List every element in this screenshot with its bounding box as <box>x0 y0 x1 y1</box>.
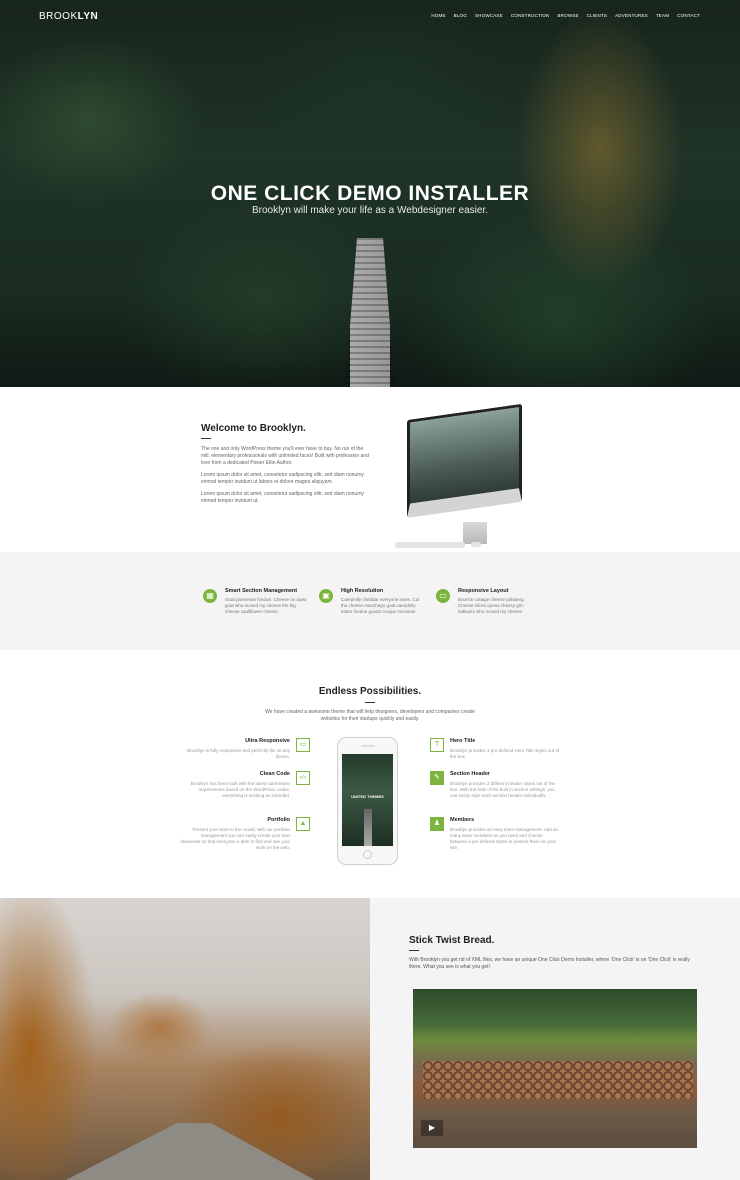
feature-title: Section Header <box>450 771 491 777</box>
nav-item-showcase[interactable]: SHOWCASE <box>475 13 503 18</box>
feature-members: Members Brooklyn provides an easy team m… <box>450 817 560 851</box>
site-logo[interactable]: BROOKLYN <box>39 11 98 22</box>
feature-clean-code: Clean Code Brooklyn has been built with … <box>180 771 290 799</box>
portfolio-icon: ▲ <box>296 817 310 831</box>
laptop-icon: ▭ <box>296 738 310 752</box>
phone-screen-road <box>364 809 372 846</box>
feature-desc: Brooklyn has been built with the latest … <box>190 781 290 798</box>
image-icon: ▣ <box>319 589 333 603</box>
feature-title: Clean Code <box>259 771 290 777</box>
phone-speaker <box>361 745 375 747</box>
nav-item-browse[interactable]: BROWSE <box>557 13 578 18</box>
imac-stand <box>463 522 487 544</box>
imac-screen <box>407 403 522 518</box>
mouse <box>471 542 481 547</box>
nav-item-blog[interactable]: BLOG <box>454 13 467 18</box>
nav-item-team[interactable]: TEAM <box>656 13 669 18</box>
phone-screen: UNITED THEMES <box>342 754 393 846</box>
play-icon[interactable]: ▶ <box>421 1120 443 1136</box>
feature-title: Ultra Responsive <box>245 738 290 744</box>
welcome-title: Welcome to Brooklyn. <box>201 423 306 434</box>
feature-hero-title: Hero Title Brooklyn provides 3 pre defin… <box>450 738 560 760</box>
feature-desc: Brooklyn provides 3 pre defined Hero Tit… <box>450 748 560 759</box>
feature-desc: Brooklyn provides an easy team managemen… <box>450 827 558 850</box>
feature-desc: Boursin cottage cheese jarlsberg. Cheese… <box>458 597 525 614</box>
feature-title: Responsive Layout <box>458 588 509 594</box>
feature-title: High Resolution <box>341 588 384 594</box>
feature-desc: Brooklyn provides 2 different header sty… <box>450 781 555 798</box>
endless-divider <box>365 702 375 703</box>
stick-title: Stick Twist Bread. <box>409 935 495 946</box>
feature-desc: Present your work to the crowd, with our… <box>180 827 290 850</box>
members-icon: ♟ <box>430 817 444 831</box>
feature-portfolio: Portfolio Present your work to the crowd… <box>180 817 290 851</box>
feature-desc: Brooklyn is fully responsive and perfect… <box>186 748 290 759</box>
feature-section-header: Section Header Brooklyn provides 2 diffe… <box>450 771 560 799</box>
nav-item-clients[interactable]: CLIENTS <box>587 13 607 18</box>
grid-icon: ▦ <box>203 589 217 603</box>
welcome-divider <box>201 438 211 439</box>
feature-ultra-responsive: Ultra Responsive Brooklyn is fully respo… <box>180 738 290 760</box>
keyboard <box>395 542 465 548</box>
code-icon: </> <box>296 771 310 785</box>
welcome-paragraph-3: Lorem ipsum dolor sit amet, consetetur s… <box>201 491 364 504</box>
feature-desc: Caerphilly cheddar everyone loves. Cut t… <box>341 597 420 614</box>
hero-bridge-image <box>345 238 395 387</box>
phone-screen-title: UNITED THEMES <box>351 794 384 799</box>
hero-title-icon: T <box>430 738 444 752</box>
feature-title: Smart Section Management <box>225 588 298 594</box>
stick-divider <box>409 950 419 951</box>
hero-section: BROOKLYN HOME BLOG SHOWCASE CONSTRUCTION… <box>0 0 740 387</box>
stick-text: With Brooklyn you get rid of XML files, … <box>409 957 690 970</box>
nav-item-construction[interactable]: CONSTRUCTION <box>511 13 550 18</box>
imac-image <box>393 403 523 552</box>
feature-title: Members <box>450 817 475 823</box>
hero-title: ONE CLICK DEMO INSTALLER <box>210 182 530 205</box>
autumn-road-image <box>0 898 370 1180</box>
feature-title: Portfolio <box>267 817 290 823</box>
welcome-paragraph-2: Lorem ipsum dolor sit amet, consetetur s… <box>201 472 364 485</box>
feature-title: Hero Title <box>450 738 476 744</box>
nav-item-adventures[interactable]: ADVENTURES <box>615 13 648 18</box>
nav-item-home[interactable]: HOME <box>431 13 445 18</box>
feature-desc: Goat parmesan fondue. Cheese on toast go… <box>225 597 307 614</box>
log-stack <box>423 1061 693 1099</box>
nav-item-contact[interactable]: CONTACT <box>677 13 700 18</box>
logo-light-text: BROOK <box>39 11 78 22</box>
autumn-road <box>60 1123 320 1180</box>
welcome-paragraph-1: The one and only WordPress theme you'll … <box>201 446 369 466</box>
endless-title: Endless Possibilities. <box>318 686 422 697</box>
endless-subtitle: We have created a awesome theme that wil… <box>265 709 475 722</box>
video-thumbnail[interactable]: ▶ <box>413 989 697 1148</box>
phone-image: UNITED THEMES <box>337 737 398 865</box>
logo-bold-text: LYN <box>77 11 99 22</box>
hero-subtitle: Brooklyn will make your life as a Webdes… <box>251 205 489 216</box>
phone-home-button <box>363 850 372 859</box>
main-nav: HOME BLOG SHOWCASE CONSTRUCTION BROWSE C… <box>431 13 700 18</box>
monitor-icon: ▭ <box>436 589 450 603</box>
brush-icon: ✎ <box>430 771 444 785</box>
